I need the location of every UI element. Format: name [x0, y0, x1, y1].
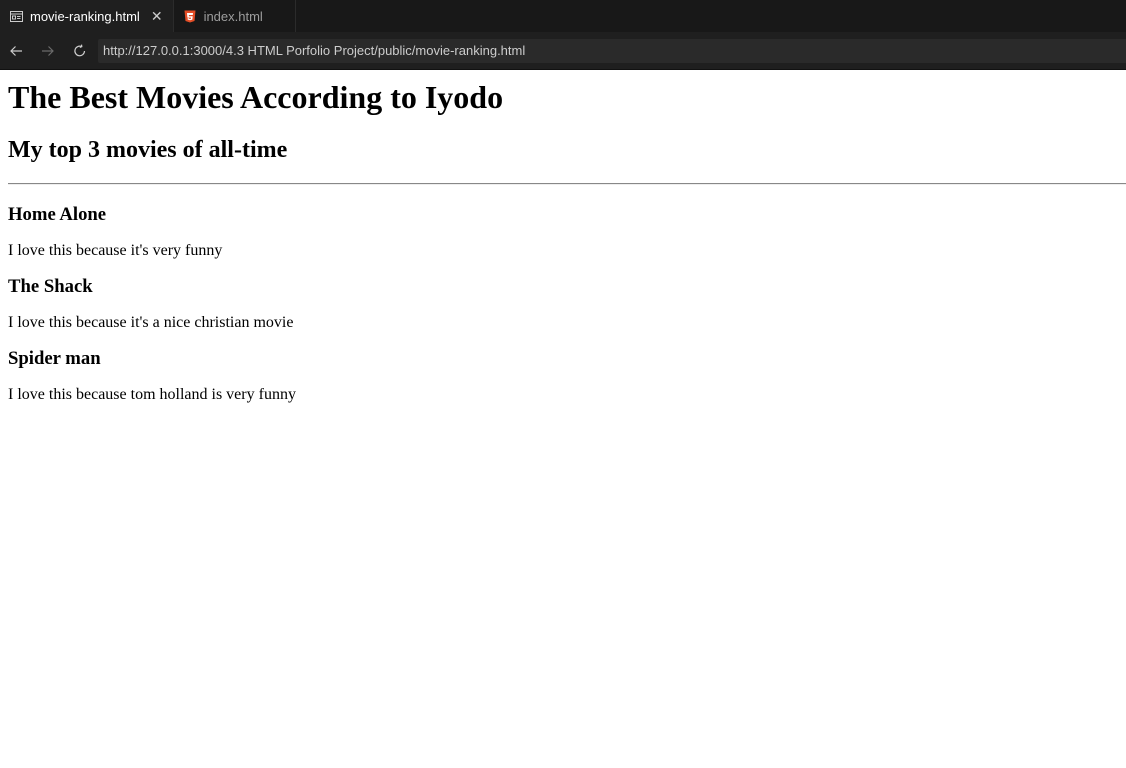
tab-index[interactable]: index.html: [174, 0, 296, 32]
movie-reason: I love this because tom holland is very …: [8, 386, 296, 403]
movie-entry: Spider man I love this because tom holla…: [8, 348, 1118, 404]
movie-entry: Home Alone I love this because it's very…: [8, 204, 1118, 260]
url-text: http://127.0.0.1:3000/4.3 HTML Porfolio …: [103, 43, 526, 58]
navigation-bar: http://127.0.0.1:3000/4.3 HTML Porfolio …: [0, 32, 1126, 70]
close-icon[interactable]: ✕: [151, 8, 163, 25]
movie-title: Spider man: [8, 348, 101, 369]
back-arrow-icon[interactable]: [0, 32, 32, 70]
tab-label: index.html: [203, 8, 263, 24]
page-content: The Best Movies According to Iyodo My to…: [0, 79, 1126, 404]
movie-reason: I love this because it's very funny: [8, 242, 223, 259]
movie-entry: The Shack I love this because it's a nic…: [8, 276, 1118, 332]
divider: [8, 183, 1126, 185]
forward-arrow-icon[interactable]: [32, 32, 64, 70]
page-title: The Best Movies According to Iyodo: [8, 79, 504, 115]
tab-label: movie-ranking.html: [30, 8, 140, 24]
preview-icon: [10, 10, 23, 23]
movie-title: The Shack: [8, 276, 93, 297]
page-subtitle: My top 3 movies of all-time: [8, 137, 288, 163]
reload-icon[interactable]: [64, 32, 96, 70]
tab-bar: movie-ranking.html ✕ index.html: [0, 0, 1126, 32]
movie-title: Home Alone: [8, 204, 107, 225]
tab-movie-ranking[interactable]: movie-ranking.html ✕: [0, 0, 174, 32]
movie-reason: I love this because it's a nice christia…: [8, 314, 294, 331]
address-bar[interactable]: http://127.0.0.1:3000/4.3 HTML Porfolio …: [98, 38, 1126, 63]
html5-icon: [184, 10, 197, 23]
